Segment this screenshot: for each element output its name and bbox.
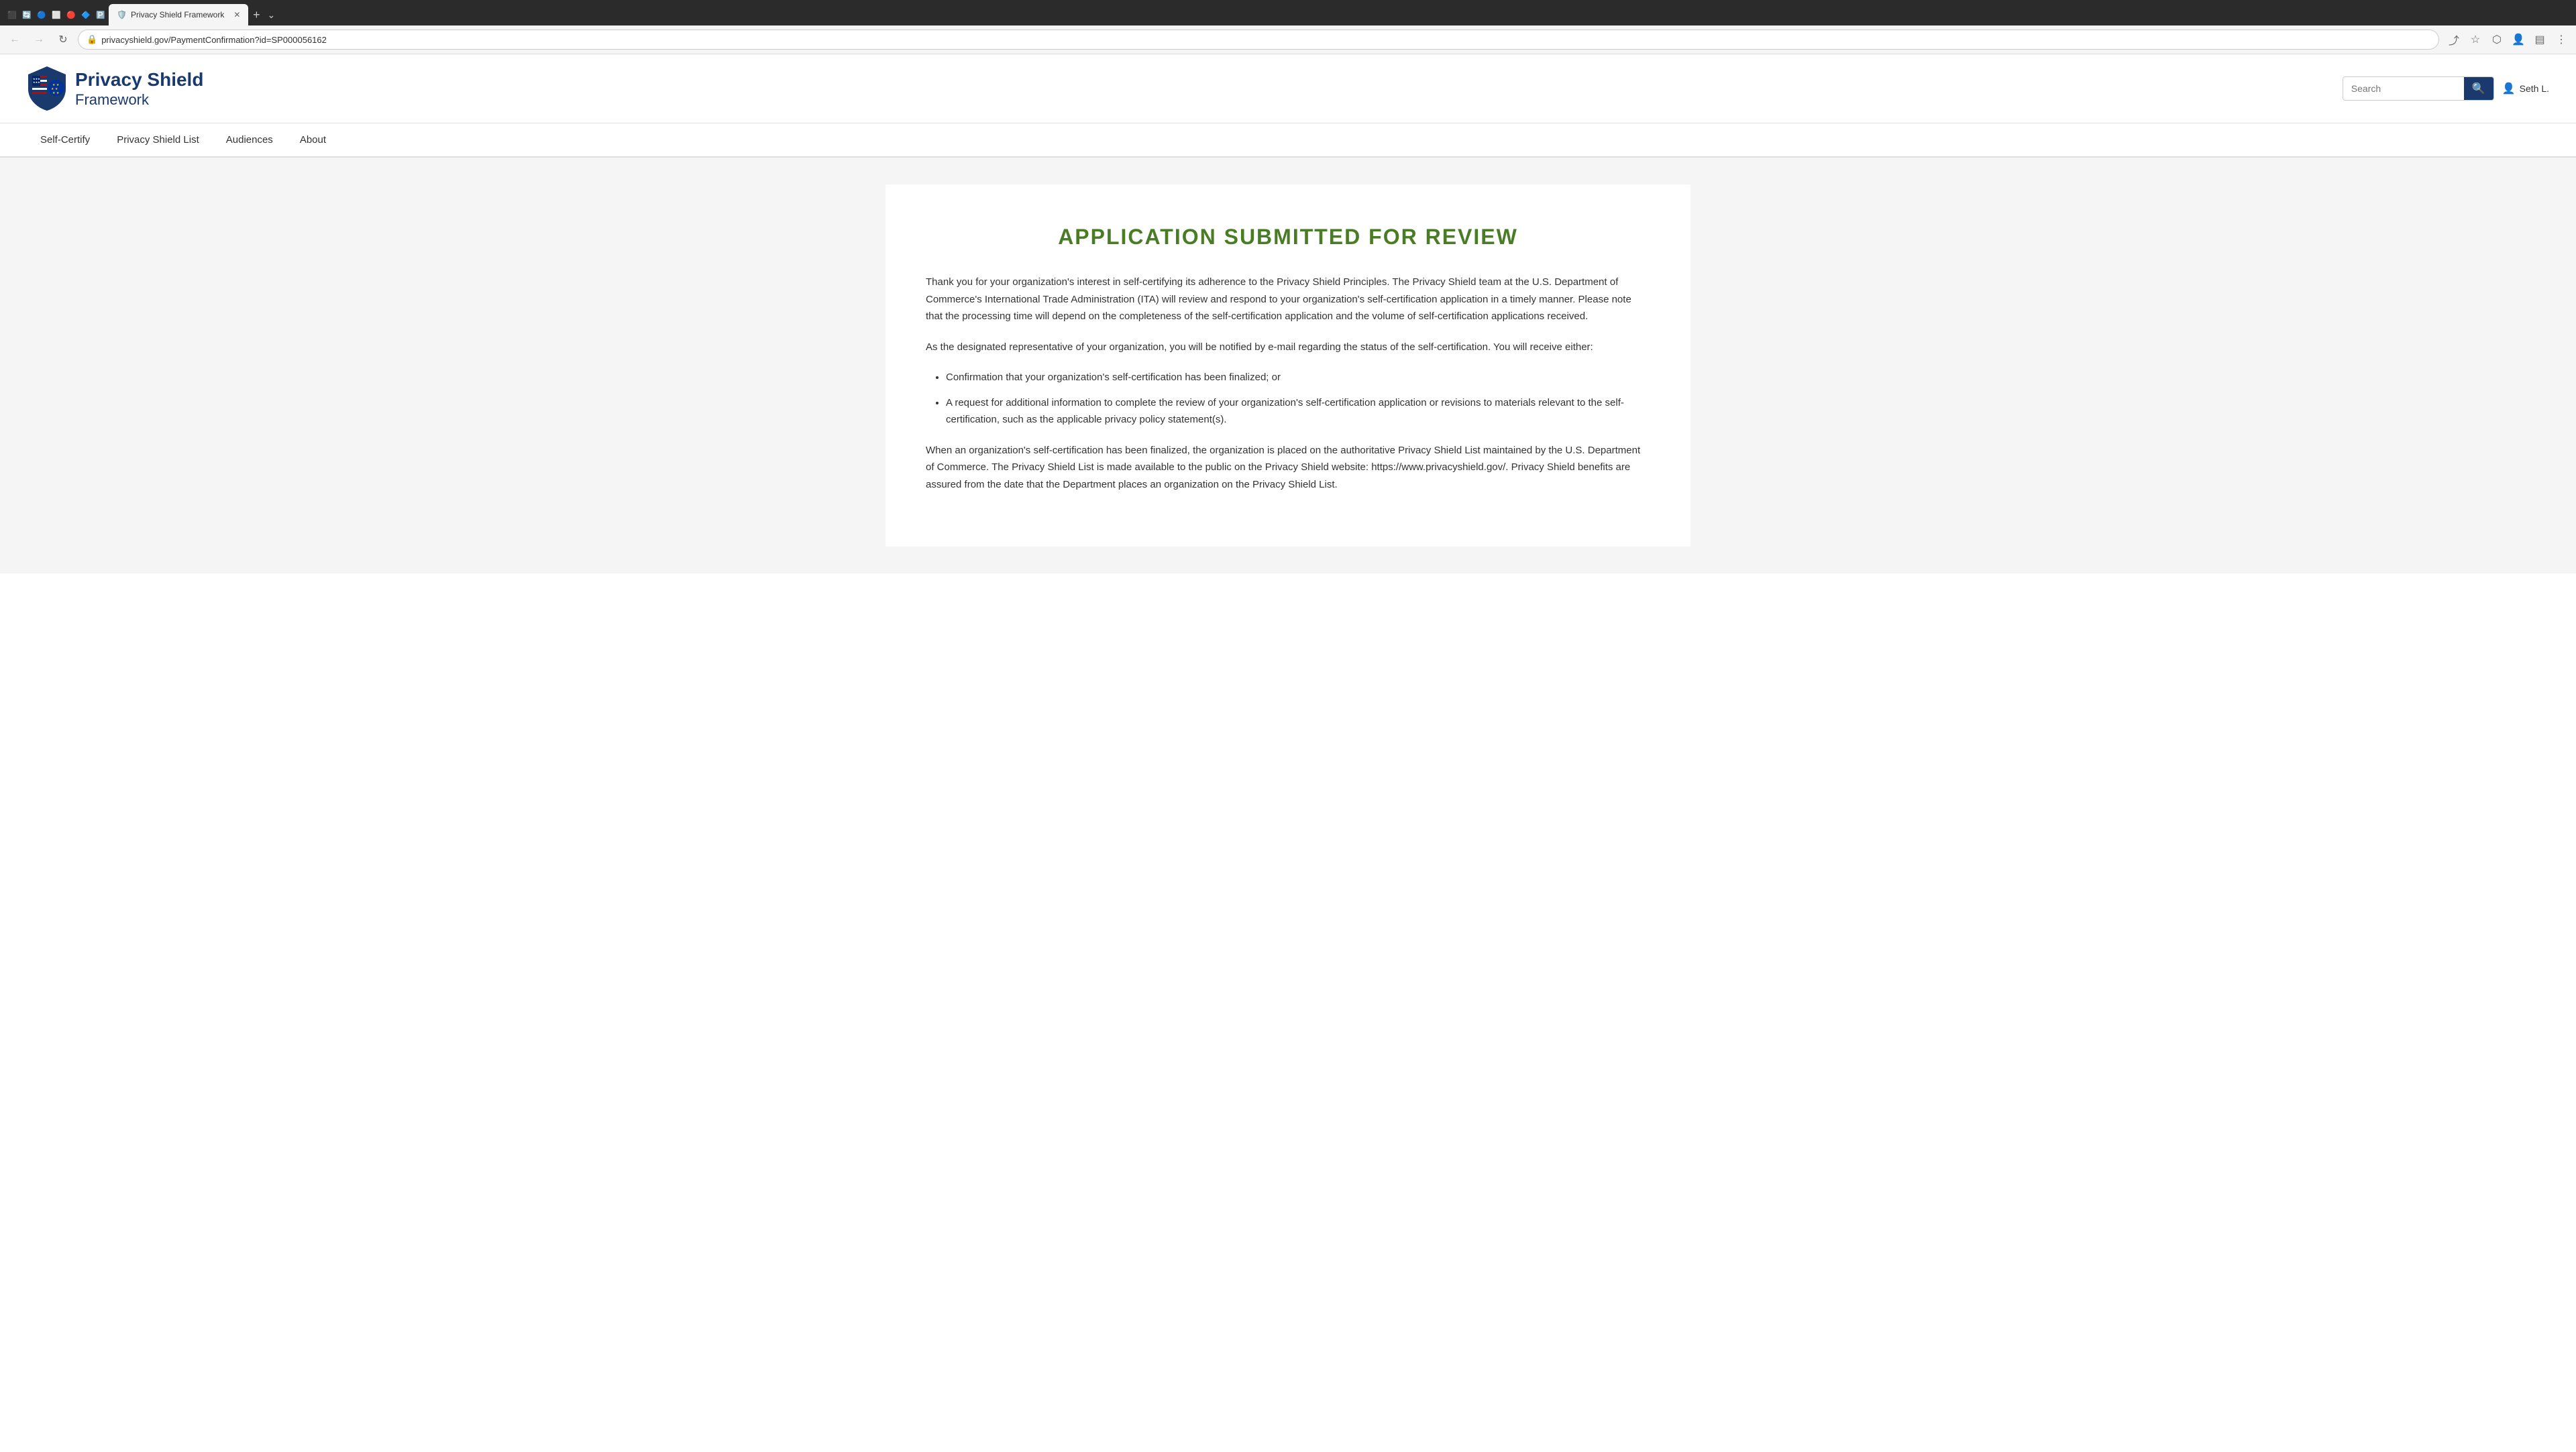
profile-button[interactable]: 👤 [2509,30,2528,49]
url-display: privacyshield.gov/PaymentConfirmation?id… [101,35,327,45]
bullet-item-1: Confirmation that your organization's se… [946,369,1650,386]
content-card: APPLICATION SUBMITTED FOR REVIEW Thank y… [885,184,1690,547]
tab-favicon: 🛡️ [117,10,127,19]
bullet-item-2: A request for additional information to … [946,394,1650,429]
nav-link-self-certify[interactable]: Self-Certify [27,123,103,156]
tab-icon-3: 🔵 [35,8,48,21]
search-icon: 🔍 [2472,82,2485,95]
browser-toolbar: ← → ↻ 🔒 privacyshield.gov/PaymentConfirm… [0,25,2576,54]
tab-icon-1: ⬛ [5,8,19,21]
page-title: APPLICATION SUBMITTED FOR REVIEW [926,225,1650,249]
paragraph-2: As the designated representative of your… [926,339,1650,356]
active-tab[interactable]: 🛡️ Privacy Shield Framework ✕ [109,4,248,25]
browser-chrome: ⬛ 🔄 🔵 ⬜ 🔴 🔷 🅿️ 🛡️ Privacy Shield Framewo… [0,0,2576,54]
nav-item-audiences: Audiences [213,123,286,156]
nav-item-about: About [286,123,339,156]
tab-list-button[interactable]: ⌄ [264,8,278,21]
sidebar-button[interactable]: ▤ [2530,30,2549,49]
address-bar[interactable]: 🔒 privacyshield.gov/PaymentConfirmation?… [78,30,2439,50]
menu-button[interactable]: ⋮ [2552,30,2571,49]
nav-item-self-certify: Self-Certify [27,123,103,156]
user-info: 👤 Seth L. [2502,82,2549,95]
bookmark-button[interactable]: ☆ [2466,30,2485,49]
site-logo[interactable]: ★★★ ★★★ ★ ★ ★ ★ ★ ★ Privacy Shield Frame… [27,65,203,112]
search-box: 🔍 [2343,76,2494,101]
logo-subtitle: Framework [75,91,203,109]
bullet-list: Confirmation that your organization's se… [946,369,1650,429]
search-button[interactable]: 🔍 [2464,77,2493,100]
tab-title: Privacy Shield Framework [131,10,224,19]
tab-icon-6: 🔷 [79,8,93,21]
refresh-button[interactable]: ↻ [54,30,72,49]
shield-icon: ★★★ ★★★ ★ ★ ★ ★ ★ ★ [27,65,67,112]
nav-link-privacy-shield-list[interactable]: Privacy Shield List [103,123,213,156]
secure-icon: 🔒 [87,34,97,45]
paragraph-3: When an organization's self-certificatio… [926,442,1650,494]
toolbar-actions: ⤴ ☆ ⬡ 👤 ▤ ⋮ [2445,30,2571,49]
tab-icon-7: 🅿️ [94,8,107,21]
nav-list: Self-Certify Privacy Shield List Audienc… [27,123,2549,156]
tab-icon-2: 🔄 [20,8,34,21]
tab-close-icon[interactable]: ✕ [233,10,240,19]
website: ★★★ ★★★ ★ ★ ★ ★ ★ ★ Privacy Shield Frame… [0,54,2576,1452]
svg-text:★★★: ★★★ [33,80,40,84]
logo-text: Privacy Shield Framework [75,68,203,109]
user-name: Seth L. [2520,83,2549,94]
search-input[interactable] [2343,77,2464,100]
user-icon: 👤 [2502,82,2516,95]
site-header: ★★★ ★★★ ★ ★ ★ ★ ★ ★ Privacy Shield Frame… [0,54,2576,123]
browser-tabs: ⬛ 🔄 🔵 ⬜ 🔴 🔷 🅿️ 🛡️ Privacy Shield Framewo… [0,0,2576,25]
extensions-button[interactable]: ⬡ [2487,30,2506,49]
tab-icon-4: ⬜ [50,8,63,21]
new-tab-button[interactable]: + [250,8,263,21]
tab-icons-area: ⬛ 🔄 🔵 ⬜ 🔴 🔷 🅿️ [5,8,107,21]
share-button[interactable]: ⤴ [2445,30,2463,49]
nav-link-about[interactable]: About [286,123,339,156]
header-right: 🔍 👤 Seth L. [2343,76,2549,101]
logo-title: Privacy Shield [75,68,203,91]
back-button[interactable]: ← [5,30,24,49]
paragraph-1: Thank you for your organization's intere… [926,274,1650,325]
site-nav: Self-Certify Privacy Shield List Audienc… [0,123,2576,158]
forward-button[interactable]: → [30,30,48,49]
svg-text:★ ★: ★ ★ [52,91,60,95]
content-body: Thank you for your organization's intere… [926,274,1650,493]
nav-item-privacy-shield-list: Privacy Shield List [103,123,213,156]
main-content: APPLICATION SUBMITTED FOR REVIEW Thank y… [0,158,2576,573]
nav-link-audiences[interactable]: Audiences [213,123,286,156]
tab-icon-5: 🔴 [64,8,78,21]
